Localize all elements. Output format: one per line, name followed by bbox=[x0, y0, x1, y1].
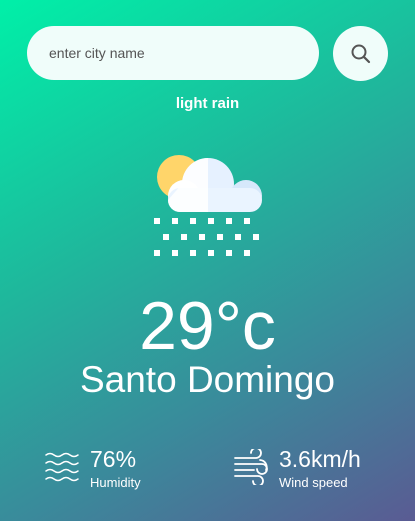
humidity-waves-icon bbox=[45, 452, 79, 482]
cloud-sun-rain-icon bbox=[154, 155, 262, 256]
search-icon bbox=[351, 44, 370, 63]
city-search-input[interactable] bbox=[27, 26, 319, 80]
humidity-label: Humidity bbox=[90, 475, 141, 490]
city-name: Santo Domingo bbox=[79, 359, 336, 400]
wind-speed-value: 3.6km/h bbox=[279, 446, 361, 472]
wind-speed-label: Wind speed bbox=[279, 475, 348, 490]
weather-card: light rain bbox=[0, 0, 415, 521]
humidity-value: 76% bbox=[90, 446, 137, 472]
search-bar bbox=[27, 26, 389, 81]
weather-condition: light rain bbox=[175, 95, 240, 112]
wind-icon bbox=[234, 449, 268, 485]
search-button[interactable] bbox=[333, 26, 388, 81]
temperature: 29°c bbox=[139, 288, 276, 364]
